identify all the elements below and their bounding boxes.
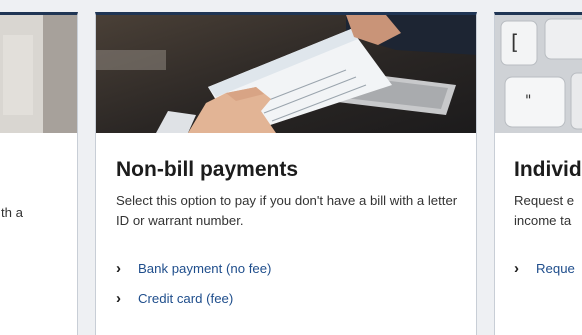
svg-text:[: [ [511,30,519,54]
card-title: Non-bill payments [116,158,299,181]
link-item-request[interactable]: › Reque [514,258,582,278]
link-item-bank-payment[interactable]: › Bank payment (no fee) [116,258,458,278]
card-body: Individ Request e income ta › Reque [495,133,582,288]
card-link-list: › Reque [514,258,582,278]
card-title: Individ [514,158,582,181]
request-link[interactable]: Reque [536,261,575,276]
bank-payment-link[interactable]: Bank payment (no fee) [138,261,271,276]
card-image-check-handoff [96,15,476,133]
card-description-line: Request e [514,193,575,208]
card-partial-left: th a [0,12,78,335]
card-description: Request e income ta [514,191,582,231]
card-description-fragment: th a [1,205,23,220]
card-link-list: › Bank payment (no fee) › Credit card (f… [116,258,458,308]
card-image-left [0,15,77,133]
chevron-right-icon: › [116,259,121,277]
card-body: Non-bill payments Select this option to … [96,133,476,318]
card-non-bill-payments: Non-bill payments Select this option to … [95,12,477,335]
chevron-right-icon: › [514,259,519,277]
chevron-right-icon: › [116,289,121,307]
card-partial-right: [ " Individ Request e income ta › Reque [494,12,582,335]
link-item-credit-card[interactable]: › Credit card (fee) [116,288,458,308]
card-description: Select this option to pay if you don't h… [116,193,458,228]
credit-card-link[interactable]: Credit card (fee) [138,291,233,306]
card-description-line: income ta [514,213,572,228]
svg-text:": " [525,93,531,109]
card-image-keyboard: [ " [495,15,582,133]
